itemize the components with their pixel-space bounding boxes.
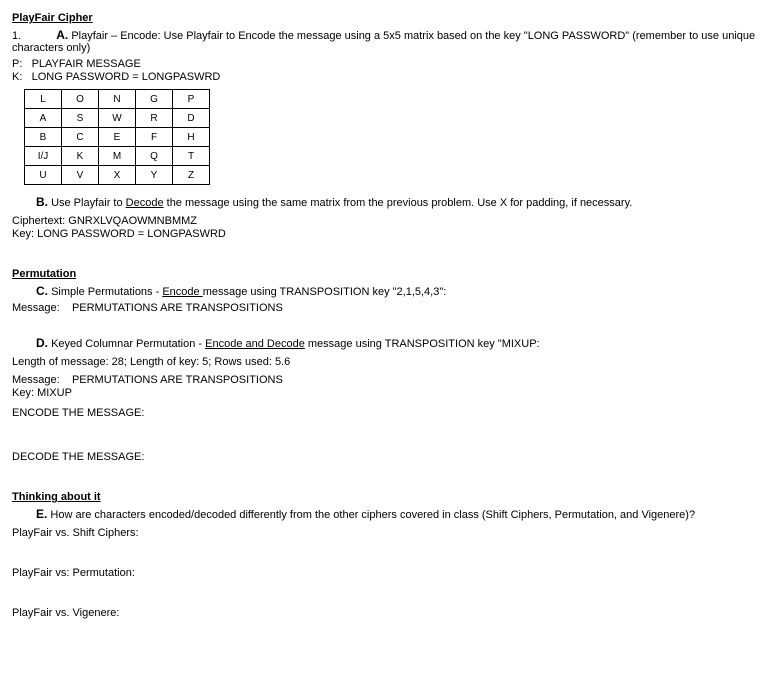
compare-vigenere: PlayFair vs. Vigenere: (12, 607, 763, 619)
matrix-cell: C (62, 128, 99, 147)
matrix-cell: F (136, 128, 173, 147)
compare-shift: PlayFair vs. Shift Ciphers: (12, 527, 763, 539)
matrix-row: BCEFH (25, 128, 210, 147)
question-1-number: 1. (12, 30, 21, 42)
matrix-cell: G (136, 90, 173, 109)
key-line-a: K: LONG PASSWORD = LONGPASWRD (12, 71, 763, 83)
question-c-label: C. (36, 284, 48, 298)
question-b-desc2: the message using the same matrix from t… (164, 197, 633, 209)
playfair-matrix: LONGPASWRDBCEFHI/JKMQTUVXYZ (24, 89, 210, 185)
matrix-cell: V (62, 166, 99, 185)
matrix-row: UVXYZ (25, 166, 210, 185)
key-label-d: Key: (12, 387, 34, 399)
ciphertext-label: Ciphertext: (12, 215, 65, 227)
message-value-c: PERMUTATIONS ARE TRANSPOSITIONS (72, 302, 283, 314)
question-d-block: D. Keyed Columnar Permutation - Encode a… (12, 336, 763, 463)
message-line-c: Message: PERMUTATIONS ARE TRANSPOSITIONS (12, 302, 763, 314)
matrix-cell: Y (136, 166, 173, 185)
key-line-b: Key: LONG PASSWORD = LONGPASWRD (12, 228, 763, 240)
length-line: Length of message: 28; Length of key: 5;… (12, 356, 763, 368)
matrix-cell: T (173, 147, 210, 166)
decode-prompt: DECODE THE MESSAGE: (12, 451, 763, 463)
key-label-b: Key: (12, 228, 34, 240)
question-c-encode-u: Encode (162, 286, 202, 298)
key-line-d: Key: MIXUP (12, 387, 763, 399)
matrix-cell: I/J (25, 147, 62, 166)
matrix-cell: S (62, 109, 99, 128)
matrix-cell: N (99, 90, 136, 109)
question-b-block: B. Use Playfair to Decode the message us… (12, 195, 763, 240)
key-value-d: MIXUP (37, 387, 72, 399)
question-c-desc1: Simple Permutations - (51, 286, 162, 298)
plaintext-label: P: (12, 58, 22, 70)
matrix-cell: K (62, 147, 99, 166)
question-c-desc2: message using TRANSPOSITION key "2,1,5,4… (203, 286, 447, 298)
matrix-row: LONGP (25, 90, 210, 109)
compare-permutation: PlayFair vs: Permutation: (12, 567, 763, 579)
matrix-cell: E (99, 128, 136, 147)
matrix-cell: U (25, 166, 62, 185)
question-d-encdec-u: Encode and Decode (205, 338, 305, 350)
question-c-row: C. Simple Permutations - Encode message … (36, 284, 763, 298)
matrix-cell: B (25, 128, 62, 147)
question-a-description: Playfair – Encode: Use Playfair to Encod… (12, 30, 755, 54)
matrix-cell: M (99, 147, 136, 166)
thinking-section: Thinking about it E. How are characters … (12, 491, 763, 619)
matrix-cell: A (25, 109, 62, 128)
matrix-cell: Q (136, 147, 173, 166)
question-a-label: A. (56, 28, 68, 42)
matrix-cell: X (99, 166, 136, 185)
message-label-d: Message: (12, 374, 60, 386)
encode-prompt: ENCODE THE MESSAGE: (12, 407, 763, 419)
matrix-cell: Z (173, 166, 210, 185)
matrix-cell: L (25, 90, 62, 109)
question-d-desc2: message using TRANSPOSITION key "MIXUP: (305, 338, 540, 350)
ciphertext-line: Ciphertext: GNRXLVQAOWMNBMMZ (12, 215, 763, 227)
question-d-desc1: Keyed Columnar Permutation - (51, 338, 205, 350)
question-b-decode-u: Decode (126, 197, 164, 209)
question-e-label: E. (36, 507, 47, 521)
playfair-section-title: PlayFair Cipher (12, 12, 93, 24)
question-a-row: 1. A. Playfair – Encode: Use Playfair to… (12, 28, 763, 54)
matrix-cell: H (173, 128, 210, 147)
question-e-desc: How are characters encoded/decoded diffe… (50, 509, 695, 521)
matrix-row: ASWRD (25, 109, 210, 128)
message-value-d: PERMUTATIONS ARE TRANSPOSITIONS (72, 374, 283, 386)
playfair-section: PlayFair Cipher 1. A. Playfair – Encode:… (12, 12, 763, 240)
key-value-b: LONG PASSWORD = LONGPASWRD (37, 228, 226, 240)
matrix-cell: D (173, 109, 210, 128)
plaintext-line: P: PLAYFAIR MESSAGE (12, 58, 763, 70)
message-label-c: Message: (12, 302, 60, 314)
matrix-cell: R (136, 109, 173, 128)
matrix-cell: P (173, 90, 210, 109)
permutation-section-title: Permutation (12, 268, 76, 280)
question-e-row: E. How are characters encoded/decoded di… (36, 507, 763, 521)
message-line-d: Message: PERMUTATIONS ARE TRANSPOSITIONS (12, 374, 763, 386)
question-b-desc1: Use Playfair to (51, 197, 126, 209)
thinking-section-title: Thinking about it (12, 491, 101, 503)
key-label-a: K: (12, 71, 22, 83)
question-b-label: B. (36, 195, 48, 209)
plaintext-value: PLAYFAIR MESSAGE (32, 58, 141, 70)
permutation-section: Permutation C. Simple Permutations - Enc… (12, 268, 763, 463)
key-value-a: LONG PASSWORD = LONGPASWRD (32, 71, 221, 83)
question-d-label: D. (36, 336, 48, 350)
matrix-cell: O (62, 90, 99, 109)
ciphertext-value: GNRXLVQAOWMNBMMZ (68, 215, 197, 227)
matrix-cell: W (99, 109, 136, 128)
matrix-row: I/JKMQT (25, 147, 210, 166)
